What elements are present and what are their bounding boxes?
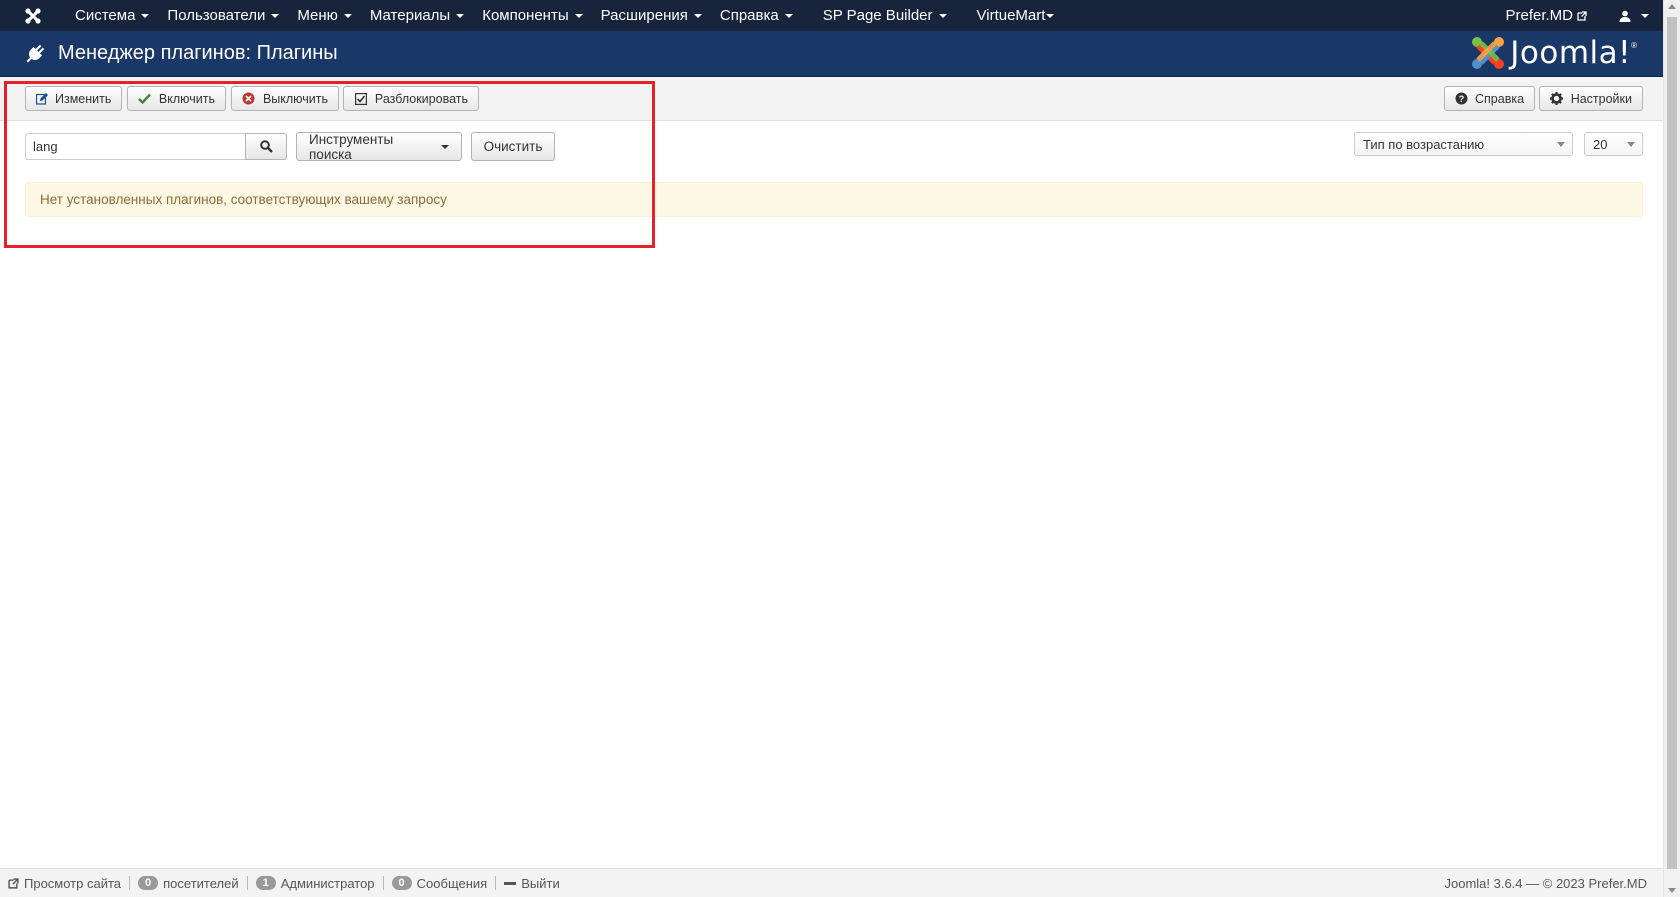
menu-system[interactable]: Система <box>66 0 158 31</box>
select-arrow-icon <box>1627 142 1635 147</box>
clear-button[interactable]: Очистить <box>471 132 555 161</box>
chevron-down-icon <box>343 13 352 18</box>
joomla-logo-icon <box>1472 37 1505 69</box>
checkbox-checked-icon <box>354 92 368 106</box>
chevron-down-icon <box>938 13 947 18</box>
joomla-logo: Joomla! ® <box>1470 35 1637 71</box>
status-badge: 1 <box>255 876 276 890</box>
user-icon <box>1619 10 1631 22</box>
edit-button[interactable]: Изменить <box>25 86 122 111</box>
vertical-scrollbar[interactable] <box>1663 0 1680 897</box>
menu-menus[interactable]: Меню <box>288 0 361 31</box>
search-tools-button[interactable]: Инструменты поиска <box>296 132 462 162</box>
enable-button[interactable]: Включить <box>127 86 226 111</box>
chevron-down-icon <box>784 13 793 18</box>
edit-icon <box>36 92 48 106</box>
check-icon <box>138 92 152 106</box>
status-badge: 0 <box>138 876 159 890</box>
view-site-link[interactable]: Prefer.MD <box>1496 0 1596 31</box>
external-link-icon <box>8 877 19 889</box>
toolbar: Изменить Включить Выключить Разблокирова… <box>0 77 1663 121</box>
scrollbar-thumb[interactable] <box>1667 17 1677 869</box>
external-link-icon <box>1577 10 1587 21</box>
menu-sp-page-builder[interactable]: SP Page Builder <box>814 0 956 31</box>
menu-extensions[interactable]: Расширения <box>592 0 711 31</box>
version-info: Joomla! 3.6.4 — © 2023 Prefer.MD <box>1444 875 1647 891</box>
joomla-logo-text: Joomla! <box>1510 35 1632 71</box>
unlock-button[interactable]: Разблокировать <box>343 86 479 111</box>
chevron-down-icon <box>441 144 449 149</box>
ordering-select[interactable]: Тип по возрастанию <box>1354 132 1573 156</box>
menu-users[interactable]: Пользователи <box>158 0 288 31</box>
question-circle-icon: ? <box>1455 92 1468 106</box>
disable-button[interactable]: Выключить <box>231 86 339 111</box>
user-menu[interactable] <box>1610 0 1663 31</box>
chevron-down-icon <box>141 13 150 18</box>
menu-virtuemart[interactable]: VirtueMart <box>968 0 1064 31</box>
menu-content[interactable]: Материалы <box>361 0 473 31</box>
help-button[interactable]: ? Справка <box>1444 86 1535 111</box>
limit-select[interactable]: 20 <box>1584 132 1643 156</box>
search-button[interactable] <box>245 133 287 160</box>
messages-status[interactable]: 0 Сообщения <box>384 876 496 891</box>
gear-icon <box>1550 92 1564 106</box>
admins-status: 1 Администратор <box>248 876 383 891</box>
page-title: Менеджер плагинов: Плагины <box>58 42 338 64</box>
select-arrow-icon <box>1557 142 1565 147</box>
status-bar: Просмотр сайта 0 посетителей 1 Администр… <box>0 868 1663 897</box>
no-results-alert: Нет установленных плагинов, соответствую… <box>25 182 1643 217</box>
options-button[interactable]: Настройки <box>1539 86 1643 111</box>
chevron-down-icon <box>1641 13 1649 18</box>
joomla-menu-icon[interactable] <box>0 0 66 31</box>
search-icon <box>259 140 273 153</box>
chevron-down-icon <box>693 13 702 18</box>
top-navbar: Система Пользователи Меню Материалы Комп… <box>0 0 1663 31</box>
minus-icon <box>504 881 517 885</box>
logout-link[interactable]: Выйти <box>496 876 568 891</box>
visitors-status: 0 посетителей <box>130 876 247 891</box>
view-site-link[interactable]: Просмотр сайта <box>0 876 129 891</box>
status-badge: 0 <box>391 876 412 890</box>
scroll-up-icon[interactable] <box>1668 4 1676 9</box>
chevron-down-icon <box>1046 13 1055 18</box>
menu-components[interactable]: Компоненты <box>473 0 591 31</box>
search-input[interactable]: lang <box>25 133 246 160</box>
chevron-down-icon <box>574 13 583 18</box>
menu-help[interactable]: Справка <box>711 0 802 31</box>
plug-icon <box>26 44 45 62</box>
registered-mark: ® <box>1631 41 1637 50</box>
scroll-down-icon[interactable] <box>1668 888 1676 893</box>
page-header: Менеджер плагинов: Плагины Joomla! ® <box>0 31 1663 77</box>
cancel-circle-icon <box>242 92 256 106</box>
chevron-down-icon <box>271 13 280 18</box>
chevron-down-icon <box>456 13 465 18</box>
svg-text:?: ? <box>1459 94 1465 104</box>
